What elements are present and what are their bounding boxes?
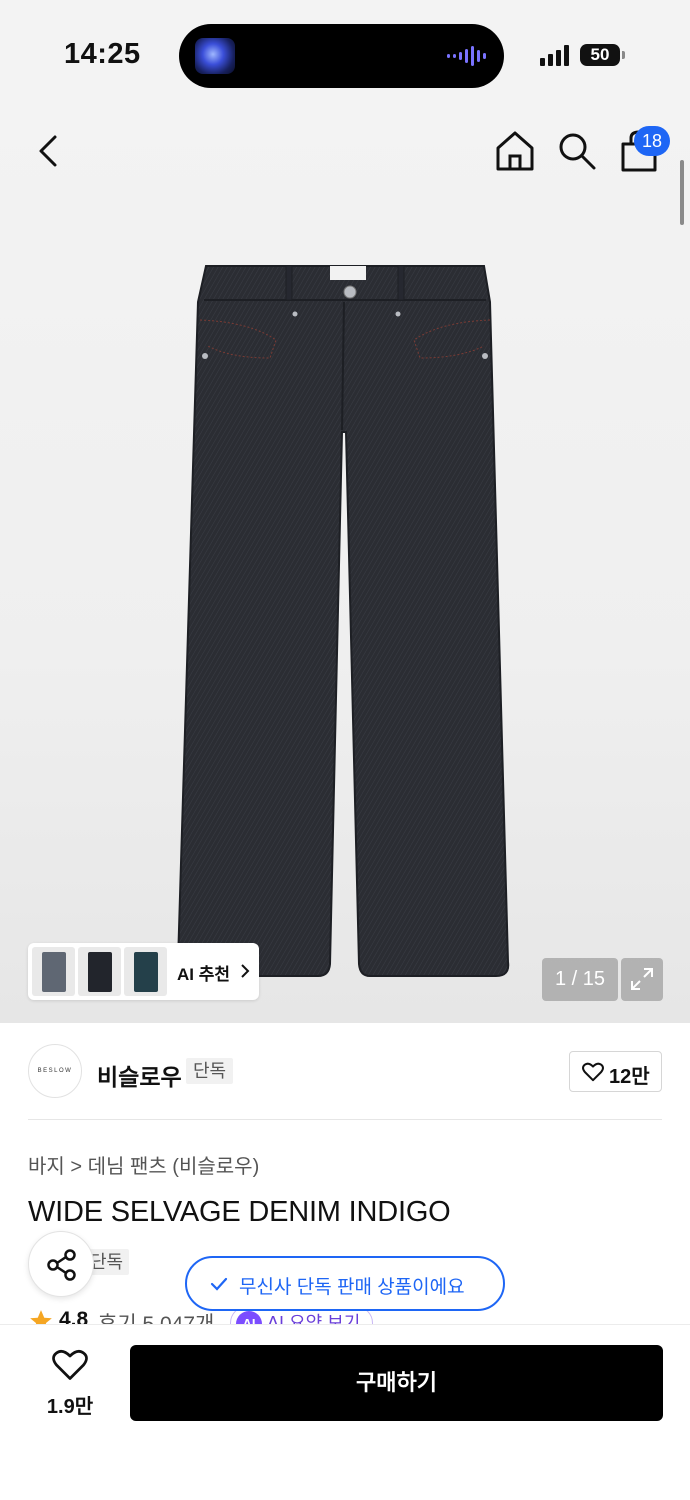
category-breadcrumb[interactable]: 바지 > 데님 팬츠 (비슬로우) [28, 1150, 259, 1179]
dynamic-island[interactable] [179, 24, 504, 88]
exclusive-sale-toast: 무신사 단독 판매 상품이에요 [185, 1256, 505, 1311]
ai-recommend-thumbnail[interactable] [124, 947, 167, 996]
battery-tip [622, 51, 625, 59]
status-bar: 14:25 50 [0, 0, 690, 110]
ai-recommend-label: AI 추천 [177, 965, 231, 984]
ai-badge-icon: AI [236, 1311, 262, 1324]
product-image[interactable] [170, 262, 520, 982]
brand-like-count: 12만 [609, 1066, 650, 1088]
now-playing-artwork [195, 38, 235, 74]
ai-summary-label: AI 요약 보기 [267, 1313, 361, 1324]
search-icon[interactable] [556, 130, 598, 172]
wishlist-button[interactable]: 1.9만 [40, 1348, 100, 1418]
divider [28, 1119, 662, 1120]
heart-icon [52, 1349, 88, 1380]
chevron-right-icon [241, 964, 250, 978]
expand-icon [631, 968, 653, 990]
audio-waveform-icon [447, 46, 486, 66]
rating-score: 4.8 [59, 1308, 89, 1324]
buy-button[interactable]: 구매하기 [130, 1345, 663, 1421]
cellular-signal-icon [540, 44, 569, 66]
heart-icon [582, 1062, 604, 1082]
cart-count-badge: 18 [634, 126, 670, 156]
product-title: WIDE SELVAGE DENIM INDIGO [28, 1196, 451, 1228]
back-icon[interactable] [32, 128, 68, 174]
check-icon [210, 1277, 228, 1291]
toast-text: 무신사 단독 판매 상품이에요 [239, 1277, 465, 1298]
share-button[interactable] [28, 1231, 94, 1297]
brand-like-button[interactable]: 12만 [569, 1051, 662, 1092]
brand-logo[interactable]: BESLOW [28, 1044, 82, 1098]
status-time: 14:25 [64, 38, 141, 70]
image-counter: 1 / 15 [542, 958, 618, 1001]
brand-name[interactable]: 비슬로우 [97, 1058, 182, 1092]
wishlist-count: 1.9만 [46, 1396, 94, 1418]
share-icon [47, 1249, 76, 1281]
ai-recommend-button[interactable]: AI 추천 [28, 943, 259, 1000]
battery-icon: 50 [580, 44, 620, 66]
home-icon[interactable] [494, 128, 536, 174]
ai-recommend-thumbnail[interactable] [32, 947, 75, 996]
ai-recommend-thumbnail[interactable] [78, 947, 121, 996]
scrollbar-thumb[interactable] [680, 160, 684, 225]
expand-button[interactable] [621, 958, 663, 1001]
star-icon [30, 1310, 52, 1324]
brand-exclusive-tag: 단독 [186, 1058, 234, 1084]
review-count-link[interactable]: 후기 5,047개 [98, 1308, 214, 1324]
